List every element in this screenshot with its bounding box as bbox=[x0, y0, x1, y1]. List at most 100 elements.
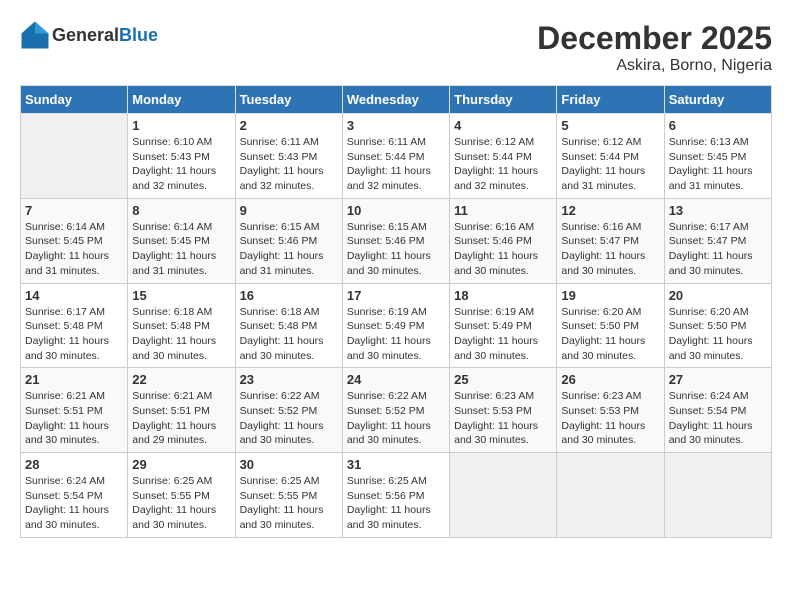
calendar-subtitle: Askira, Borno, Nigeria bbox=[537, 57, 772, 75]
calendar-cell: 15 Sunrise: 6:18 AMSunset: 5:48 PMDayligh… bbox=[128, 283, 235, 368]
calendar-week-row: 14 Sunrise: 6:17 AMSunset: 5:48 PMDayligh… bbox=[21, 283, 772, 368]
calendar-cell: 25 Sunrise: 6:23 AMSunset: 5:53 PMDayligh… bbox=[450, 368, 557, 453]
cell-info: Sunrise: 6:20 AMSunset: 5:50 PMDaylight:… bbox=[669, 306, 753, 362]
calendar-cell: 18 Sunrise: 6:19 AMSunset: 5:49 PMDayligh… bbox=[450, 283, 557, 368]
cell-info: Sunrise: 6:22 AMSunset: 5:52 PMDaylight:… bbox=[240, 390, 324, 446]
cell-info: Sunrise: 6:18 AMSunset: 5:48 PMDaylight:… bbox=[240, 306, 324, 362]
day-number: 13 bbox=[669, 203, 767, 218]
day-number: 8 bbox=[132, 203, 230, 218]
calendar-cell: 7 Sunrise: 6:14 AMSunset: 5:45 PMDaylight… bbox=[21, 198, 128, 283]
weekday-header-thursday: Thursday bbox=[450, 86, 557, 114]
calendar-title: December 2025 bbox=[537, 20, 772, 57]
calendar-cell: 23 Sunrise: 6:22 AMSunset: 5:52 PMDayligh… bbox=[235, 368, 342, 453]
cell-info: Sunrise: 6:17 AMSunset: 5:48 PMDaylight:… bbox=[25, 306, 109, 362]
calendar-cell bbox=[21, 114, 128, 199]
cell-info: Sunrise: 6:12 AMSunset: 5:44 PMDaylight:… bbox=[454, 136, 538, 192]
cell-info: Sunrise: 6:22 AMSunset: 5:52 PMDaylight:… bbox=[347, 390, 431, 446]
cell-info: Sunrise: 6:18 AMSunset: 5:48 PMDaylight:… bbox=[132, 306, 216, 362]
day-number: 18 bbox=[454, 288, 552, 303]
day-number: 11 bbox=[454, 203, 552, 218]
cell-info: Sunrise: 6:25 AMSunset: 5:56 PMDaylight:… bbox=[347, 475, 431, 531]
day-number: 28 bbox=[25, 457, 123, 472]
day-number: 23 bbox=[240, 372, 338, 387]
cell-info: Sunrise: 6:15 AMSunset: 5:46 PMDaylight:… bbox=[347, 221, 431, 277]
logo-icon bbox=[20, 20, 50, 50]
title-block: December 2025 Askira, Borno, Nigeria bbox=[537, 20, 772, 75]
cell-info: Sunrise: 6:19 AMSunset: 5:49 PMDaylight:… bbox=[347, 306, 431, 362]
day-number: 24 bbox=[347, 372, 445, 387]
day-number: 30 bbox=[240, 457, 338, 472]
cell-info: Sunrise: 6:17 AMSunset: 5:47 PMDaylight:… bbox=[669, 221, 753, 277]
weekday-header-row: SundayMondayTuesdayWednesdayThursdayFrid… bbox=[21, 86, 772, 114]
day-number: 7 bbox=[25, 203, 123, 218]
calendar-cell: 30 Sunrise: 6:25 AMSunset: 5:55 PMDayligh… bbox=[235, 453, 342, 538]
calendar-table: SundayMondayTuesdayWednesdayThursdayFrid… bbox=[20, 85, 772, 538]
calendar-cell: 20 Sunrise: 6:20 AMSunset: 5:50 PMDayligh… bbox=[664, 283, 771, 368]
calendar-cell: 6 Sunrise: 6:13 AMSunset: 5:45 PMDaylight… bbox=[664, 114, 771, 199]
day-number: 31 bbox=[347, 457, 445, 472]
calendar-cell: 27 Sunrise: 6:24 AMSunset: 5:54 PMDayligh… bbox=[664, 368, 771, 453]
calendar-cell: 2Sunrise: 6:11 AMSunset: 5:43 PMDaylight… bbox=[235, 114, 342, 199]
calendar-cell: 26 Sunrise: 6:23 AMSunset: 5:53 PMDayligh… bbox=[557, 368, 664, 453]
day-number: 15 bbox=[132, 288, 230, 303]
calendar-cell: 13 Sunrise: 6:17 AMSunset: 5:47 PMDayligh… bbox=[664, 198, 771, 283]
cell-info: Sunrise: 6:11 AMSunset: 5:44 PMDaylight:… bbox=[347, 136, 431, 192]
calendar-cell bbox=[450, 453, 557, 538]
cell-info: Sunrise: 6:13 AMSunset: 5:45 PMDaylight:… bbox=[669, 136, 753, 192]
calendar-cell: 14 Sunrise: 6:17 AMSunset: 5:48 PMDayligh… bbox=[21, 283, 128, 368]
cell-info: Sunrise: 6:23 AMSunset: 5:53 PMDaylight:… bbox=[561, 390, 645, 446]
calendar-cell: 19Sunrise: 6:20 AMSunset: 5:50 PMDayligh… bbox=[557, 283, 664, 368]
day-number: 1 bbox=[132, 118, 230, 133]
cell-info: Sunrise: 6:15 AMSunset: 5:46 PMDaylight:… bbox=[240, 221, 324, 277]
calendar-cell: 9 Sunrise: 6:15 AMSunset: 5:46 PMDaylight… bbox=[235, 198, 342, 283]
day-number: 5 bbox=[561, 118, 659, 133]
calendar-cell: 10Sunrise: 6:15 AMSunset: 5:46 PMDayligh… bbox=[342, 198, 449, 283]
day-number: 9 bbox=[240, 203, 338, 218]
calendar-cell: 21 Sunrise: 6:21 AMSunset: 5:51 PMDayligh… bbox=[21, 368, 128, 453]
calendar-cell: 28 Sunrise: 6:24 AMSunset: 5:54 PMDayligh… bbox=[21, 453, 128, 538]
day-number: 16 bbox=[240, 288, 338, 303]
logo-general-text: General bbox=[52, 25, 119, 45]
day-number: 27 bbox=[669, 372, 767, 387]
cell-info: Sunrise: 6:16 AMSunset: 5:47 PMDaylight:… bbox=[561, 221, 645, 277]
calendar-cell: 3 Sunrise: 6:11 AMSunset: 5:44 PMDaylight… bbox=[342, 114, 449, 199]
weekday-header-sunday: Sunday bbox=[21, 86, 128, 114]
cell-info: Sunrise: 6:21 AMSunset: 5:51 PMDaylight:… bbox=[25, 390, 109, 446]
cell-info: Sunrise: 6:12 AMSunset: 5:44 PMDaylight:… bbox=[561, 136, 645, 192]
calendar-cell: 5 Sunrise: 6:12 AMSunset: 5:44 PMDaylight… bbox=[557, 114, 664, 199]
day-number: 20 bbox=[669, 288, 767, 303]
weekday-header-monday: Monday bbox=[128, 86, 235, 114]
day-number: 22 bbox=[132, 372, 230, 387]
cell-info: Sunrise: 6:14 AMSunset: 5:45 PMDaylight:… bbox=[25, 221, 109, 277]
cell-info: Sunrise: 6:10 AMSunset: 5:43 PMDaylight:… bbox=[132, 136, 216, 192]
day-number: 25 bbox=[454, 372, 552, 387]
day-number: 6 bbox=[669, 118, 767, 133]
weekday-header-saturday: Saturday bbox=[664, 86, 771, 114]
cell-info: Sunrise: 6:20 AMSunset: 5:50 PMDaylight:… bbox=[561, 306, 645, 362]
page-header: GeneralBlue December 2025 Askira, Borno,… bbox=[20, 20, 772, 75]
calendar-cell: 29Sunrise: 6:25 AMSunset: 5:55 PMDayligh… bbox=[128, 453, 235, 538]
cell-info: Sunrise: 6:24 AMSunset: 5:54 PMDaylight:… bbox=[669, 390, 753, 446]
day-number: 29 bbox=[132, 457, 230, 472]
calendar-cell: 17Sunrise: 6:19 AMSunset: 5:49 PMDayligh… bbox=[342, 283, 449, 368]
calendar-week-row: 28 Sunrise: 6:24 AMSunset: 5:54 PMDayligh… bbox=[21, 453, 772, 538]
day-number: 26 bbox=[561, 372, 659, 387]
calendar-cell: 12 Sunrise: 6:16 AMSunset: 5:47 PMDayligh… bbox=[557, 198, 664, 283]
day-number: 12 bbox=[561, 203, 659, 218]
calendar-cell: 16 Sunrise: 6:18 AMSunset: 5:48 PMDayligh… bbox=[235, 283, 342, 368]
cell-info: Sunrise: 6:19 AMSunset: 5:49 PMDaylight:… bbox=[454, 306, 538, 362]
cell-info: Sunrise: 6:11 AMSunset: 5:43 PMDaylight:… bbox=[240, 136, 324, 192]
cell-info: Sunrise: 6:25 AMSunset: 5:55 PMDaylight:… bbox=[240, 475, 324, 531]
cell-info: Sunrise: 6:14 AMSunset: 5:45 PMDaylight:… bbox=[132, 221, 216, 277]
day-number: 3 bbox=[347, 118, 445, 133]
calendar-cell: 24 Sunrise: 6:22 AMSunset: 5:52 PMDayligh… bbox=[342, 368, 449, 453]
day-number: 21 bbox=[25, 372, 123, 387]
cell-info: Sunrise: 6:24 AMSunset: 5:54 PMDaylight:… bbox=[25, 475, 109, 531]
weekday-header-friday: Friday bbox=[557, 86, 664, 114]
calendar-cell: 1 Sunrise: 6:10 AMSunset: 5:43 PMDaylight… bbox=[128, 114, 235, 199]
logo: GeneralBlue bbox=[20, 20, 158, 50]
day-number: 14 bbox=[25, 288, 123, 303]
calendar-cell: 11Sunrise: 6:16 AMSunset: 5:46 PMDayligh… bbox=[450, 198, 557, 283]
calendar-week-row: 21 Sunrise: 6:21 AMSunset: 5:51 PMDayligh… bbox=[21, 368, 772, 453]
cell-info: Sunrise: 6:23 AMSunset: 5:53 PMDaylight:… bbox=[454, 390, 538, 446]
